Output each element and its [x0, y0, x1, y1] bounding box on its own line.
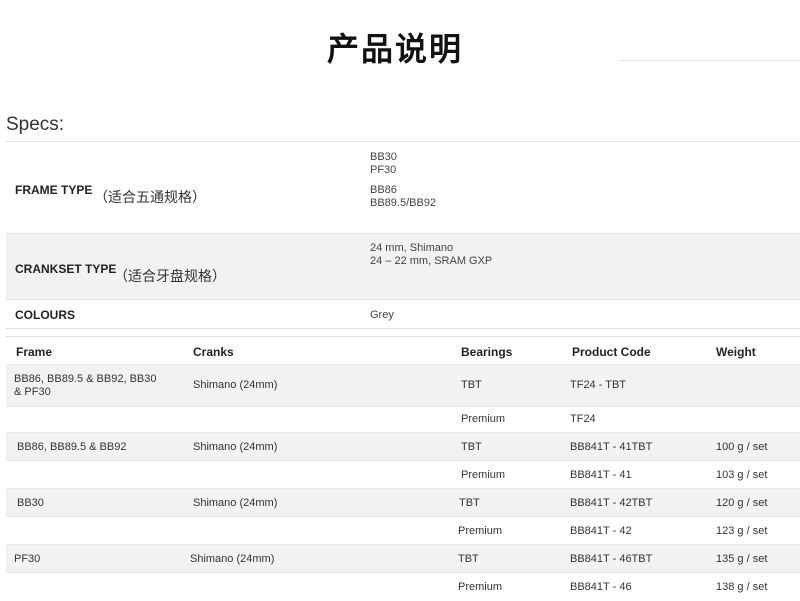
frame-type-note: （适合五通规格）: [94, 190, 206, 206]
cranks-cell: Shimano (24mm): [190, 553, 275, 565]
bearings-cell: TBT: [458, 553, 479, 565]
crankset-type-value: 24 mm, Shimano: [370, 242, 454, 254]
frame-type-label: FRAME TYPE: [15, 183, 93, 197]
weight-cell: 123 g / set: [716, 525, 768, 537]
frame-cell: BB86, BB89.5 & BB92: [17, 441, 127, 453]
bearings-cell: Premium: [458, 581, 503, 593]
product-code-cell: BB841T - 42TBT: [570, 497, 653, 509]
table-row: Premium BB841T - 46 138 g / set: [6, 572, 800, 601]
product-code-cell: TF24: [570, 413, 596, 425]
bearings-cell: TBT: [459, 497, 480, 509]
frame-cell: BB86, BB89.5 & BB92, BB30 & PF30: [14, 373, 157, 398]
frame-cell: BB30: [17, 497, 44, 509]
bearings-cell: TBT: [461, 379, 482, 391]
product-code-cell: BB841T - 41: [570, 469, 632, 481]
weight-cell: 103 g / set: [716, 469, 768, 481]
crankset-type-note: （适合牙盘规格）: [114, 269, 226, 285]
table-row: BB86, BB89.5 & BB92 Shimano (24mm) TBT B…: [6, 432, 800, 461]
spec-row-colours: COLOURS Grey: [6, 299, 800, 329]
weight-cell: 138 g / set: [716, 581, 768, 593]
crankset-type-label: CRANKSET TYPE: [15, 262, 117, 276]
colours-value: Grey: [370, 309, 394, 321]
cranks-cell: Shimano (24mm): [193, 441, 278, 453]
column-header-bearings: Bearings: [461, 345, 513, 359]
spec-row-frame-type: FRAME TYPE （适合五通规格） BB30 PF30 BB86 BB89.…: [6, 141, 800, 234]
frame-type-values: BB30 PF30 BB86 BB89.5/BB92: [370, 151, 436, 210]
page-title: 产品说明: [326, 30, 463, 68]
bearings-cell: Premium: [461, 413, 506, 425]
column-header-cranks: Cranks: [193, 345, 234, 359]
frame-type-value: BB89.5/BB92: [370, 197, 437, 209]
table-row: Premium TF24: [6, 406, 800, 433]
table-row: Premium BB841T - 42 123 g / set: [6, 516, 800, 545]
bearings-cell: TBT: [461, 441, 482, 453]
bearings-cell: Premium: [461, 469, 506, 481]
cranks-cell: Shimano (24mm): [193, 497, 278, 509]
frame-type-value: BB86: [370, 184, 397, 196]
table-header: Frame Cranks Bearings Product Code Weigh…: [6, 336, 800, 365]
cranks-cell: Shimano (24mm): [193, 379, 278, 391]
product-code-cell: BB841T - 46TBT: [570, 553, 653, 565]
frame-cell: PF30: [14, 553, 41, 565]
weight-cell: 135 g / set: [716, 553, 768, 565]
bearings-cell: Premium: [458, 525, 503, 537]
column-header-weight: Weight: [716, 345, 756, 359]
crankset-type-values: 24 mm, Shimano 24 – 22 mm, SRAM GXP: [370, 242, 492, 268]
crankset-type-value: 24 – 22 mm, SRAM GXP: [370, 255, 493, 267]
product-code-cell: TF24 - TBT: [570, 379, 627, 391]
weight-cell: 120 g / set: [716, 497, 768, 509]
frame-type-value: BB30: [370, 151, 397, 163]
product-code-cell: BB841T - 42: [570, 525, 632, 537]
table-row: Premium BB841T - 41 103 g / set: [6, 460, 800, 489]
spec-row-crankset-type: CRANKSET TYPE （适合牙盘规格） 24 mm, Shimano 24…: [6, 233, 800, 300]
title-divider: [620, 60, 800, 61]
specs-heading: Specs:: [6, 114, 65, 135]
table-row: BB86, BB89.5 & BB92, BB30 & PF30 Shimano…: [6, 364, 800, 407]
product-code-cell: BB841T - 41TBT: [570, 441, 653, 453]
column-header-frame: Frame: [16, 345, 53, 359]
column-header-product-code: Product Code: [572, 345, 651, 359]
colours-label: COLOURS: [15, 308, 75, 322]
table-row: BB30 Shimano (24mm) TBT BB841T - 42TBT 1…: [6, 488, 800, 517]
product-code-cell: BB841T - 46: [570, 581, 632, 593]
weight-cell: 100 g / set: [716, 441, 768, 453]
table-row: PF30 Shimano (24mm) TBT BB841T - 46TBT 1…: [6, 544, 800, 573]
frame-type-value: PF30: [370, 164, 397, 176]
